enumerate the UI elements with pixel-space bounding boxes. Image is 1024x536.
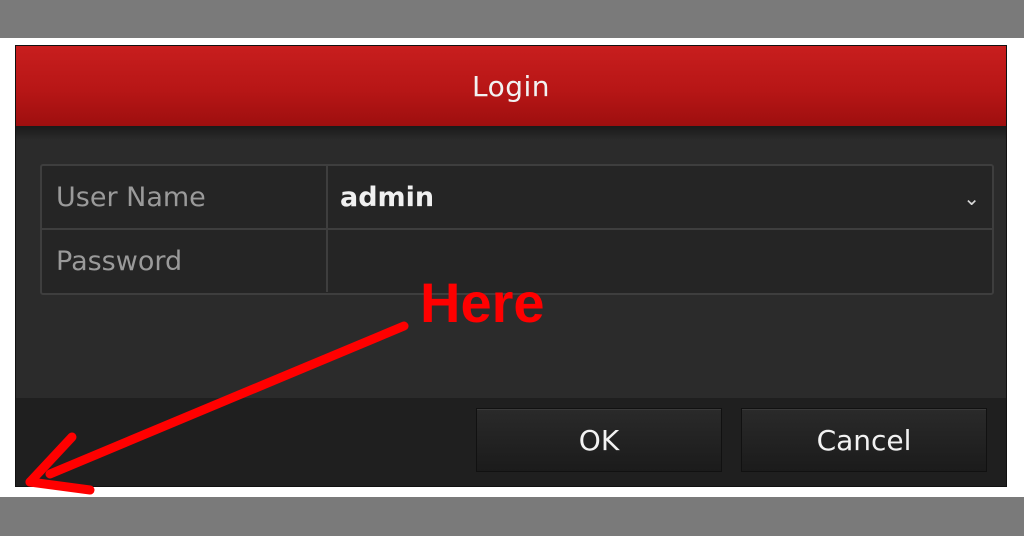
screenshot-frame: Login User Name admin ⌄ Password OK Canc… [0, 0, 1024, 536]
ok-button[interactable]: OK [476, 408, 722, 472]
chevron-down-icon[interactable]: ⌄ [963, 186, 980, 210]
username-label: User Name [42, 166, 328, 228]
password-label: Password [42, 230, 328, 292]
username-row: User Name admin ⌄ [42, 166, 992, 230]
dialog-title-bar: Login [16, 46, 1006, 126]
annotation-here-text: Here [420, 271, 545, 334]
bottom-border-band [0, 497, 1024, 536]
login-dialog: Login User Name admin ⌄ Password OK Canc… [16, 46, 1006, 486]
username-dropdown[interactable]: admin [330, 166, 992, 228]
dialog-title: Login [471, 69, 551, 103]
cancel-button[interactable]: Cancel [741, 408, 987, 472]
title-bar-shadow [16, 126, 1006, 140]
top-border-band [0, 0, 1024, 38]
